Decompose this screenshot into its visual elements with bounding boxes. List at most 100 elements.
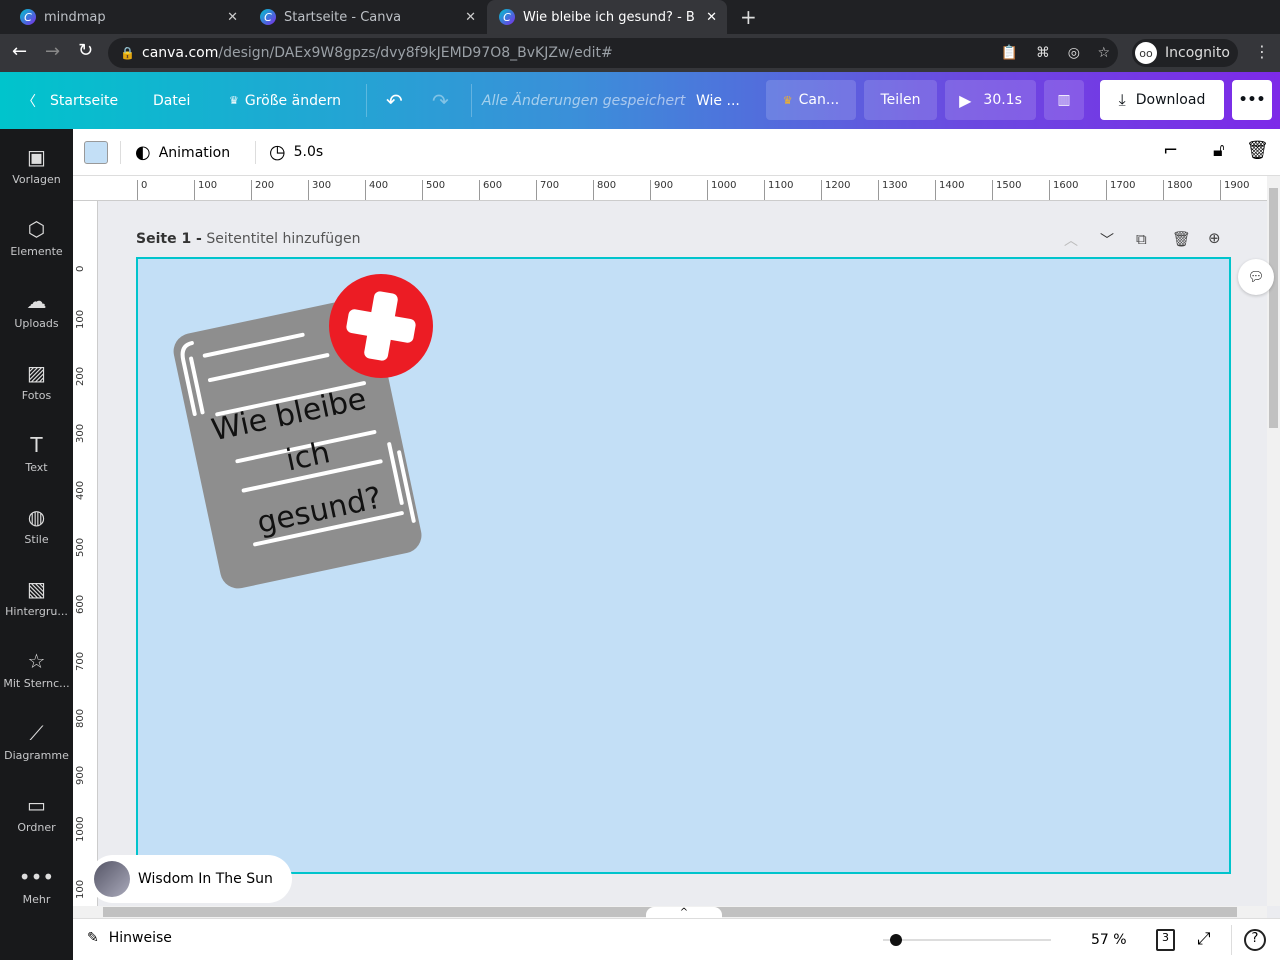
ruler-tick: 1500 [992, 180, 1021, 200]
canva-icon: C [20, 9, 36, 25]
sidebar-item-hintergru[interactable]: ▧ Hintergru... [0, 561, 73, 633]
design-canvas[interactable]: Wie bleibe ich gesund? [136, 257, 1231, 874]
share-button[interactable]: Teilen [864, 80, 937, 120]
zoom-slider[interactable] [883, 934, 1051, 946]
tab-mindmap[interactable]: Cmindmap ✕ [8, 0, 248, 34]
ruler-tick: 300 [308, 180, 331, 200]
save-status: Alle Änderungen gespeichert [482, 92, 686, 109]
sidebar-item-mitsternc[interactable]: ☆ Mit Sternc... [0, 633, 73, 705]
sidebar-item-stile[interactable]: ◍ Stile [0, 489, 73, 561]
translate-icon[interactable]: ⌘ [1036, 45, 1050, 61]
trash-icon[interactable]: 🗑︎ [1246, 140, 1269, 161]
ruler-tick: 1000 [75, 816, 86, 842]
ruler-tick: 1800 [1163, 180, 1192, 200]
clipboard-icon[interactable]: 📋 [1001, 45, 1018, 61]
chevron-down-icon[interactable]: ﹀ [1100, 230, 1114, 250]
sidebar-item-diagramme[interactable]: ⟋ Diagramme [0, 705, 73, 777]
ruler-tick: 100 [194, 180, 217, 200]
browser-menu-icon[interactable]: ⋮ [1254, 42, 1270, 61]
crown-icon: ♛ [229, 94, 239, 107]
page-count-button[interactable]: 3 [1156, 929, 1175, 951]
ruler-tick: 100 [75, 309, 86, 329]
sidebar-icon: ▭ [27, 792, 46, 817]
sidebar-item-ordner[interactable]: ▭ Ordner [0, 777, 73, 849]
ruler-tick: 600 [479, 180, 502, 200]
tab-startseite[interactable]: C Startseite - Canva ✕ [248, 0, 486, 34]
editor-header: 〈 Startseite Datei ♛ Größe ändern ↶ ↷ Alle… [0, 72, 1280, 129]
sidebar-item-vorlagen[interactable]: ▣ Vorlagen [0, 129, 73, 201]
tab-active-design[interactable]: C Wie bleibe ich gesund? - B ✕ [487, 0, 727, 34]
tracking-eye-off-icon[interactable]: ◎ [1068, 45, 1080, 61]
ruler-tick: 400 [365, 180, 388, 200]
ruler-tick: 800 [75, 708, 86, 728]
lock-icon: 🔒 [120, 46, 135, 60]
bookmark-star-icon[interactable]: ☆ [1097, 45, 1110, 61]
page-title-input[interactable]: Seitentitel hinzufügen [206, 231, 360, 247]
close-icon[interactable]: ✕ [706, 10, 717, 25]
undo-icon[interactable]: ↶ [386, 72, 403, 129]
back-icon[interactable]: ← [12, 41, 27, 62]
sidebar-item-text[interactable]: T Text [0, 417, 73, 489]
help-icon[interactable]: ? [1244, 929, 1266, 951]
duration-button[interactable]: ◷ 5.0s [269, 141, 323, 163]
ruler-tick: 700 [75, 651, 86, 671]
present-button[interactable]: ▶ 30.1s [945, 80, 1036, 120]
horizontal-ruler: 0 100 200 300 400 500 600 700 800 900 1000 1100 1200… [73, 176, 1267, 201]
paint-roller-icon[interactable]: ⌐ [1163, 140, 1178, 161]
sidebar-icon: ◍ [27, 504, 46, 529]
ruler-tick: 900 [650, 180, 673, 200]
canva-pro-button[interactable]: ♛ Can... [766, 80, 856, 120]
close-icon[interactable]: ✕ [465, 10, 476, 25]
sidebar-item-uploads[interactable]: ☁ Uploads [0, 273, 73, 345]
canva-icon: C [260, 9, 276, 25]
sidebar-icon: ⟋ [29, 720, 44, 745]
chevron-up-icon[interactable]: ︿ [1064, 230, 1078, 250]
sidebar-icon: ⬡ [27, 216, 46, 241]
sidebar-icon: ☆ [27, 648, 46, 673]
notes-icon: ✎ [87, 930, 99, 946]
health-document-illustration[interactable]: Wie bleibe ich gesund? [138, 259, 1229, 872]
sidebar-item-elemente[interactable]: ⬡ Elemente [0, 201, 73, 273]
sidebar-item-fotos[interactable]: ▨ Fotos [0, 345, 73, 417]
ruler-tick: 1700 [1106, 180, 1135, 200]
sidebar-icon: ▨ [27, 360, 46, 385]
animation-button[interactable]: ◐ Animation [135, 142, 230, 163]
sidebar-item-mehr[interactable]: ••• Mehr [0, 849, 73, 921]
download-button[interactable]: ⤓ Download [1100, 80, 1224, 120]
ruler-tick: 500 [422, 180, 445, 200]
redo-icon[interactable]: ↷ [432, 72, 449, 129]
ruler-tick: 1900 [1220, 180, 1249, 200]
unlock-icon[interactable]: 🔓︎ [1213, 140, 1225, 161]
more-options-button[interactable]: ••• [1232, 80, 1272, 120]
zoom-level[interactable]: 57 % [1091, 932, 1127, 948]
reload-icon[interactable]: ↻ [78, 40, 93, 61]
notes-button[interactable]: ✎ Hinweise [87, 930, 172, 946]
browser-tab-bar: Cmindmap ✕ C Startseite - Canva ✕ C Wie blei… [0, 0, 1280, 34]
delete-page-icon[interactable]: 🗑︎ [1172, 230, 1191, 248]
incognito-profile[interactable]: oo Incognito [1132, 39, 1238, 67]
new-tab-button[interactable]: + [740, 5, 757, 29]
ruler-tick: 200 [251, 180, 274, 200]
forward-icon[interactable]: → [45, 41, 60, 62]
add-page-icon[interactable]: ⊕ [1208, 229, 1221, 247]
fullscreen-icon[interactable]: ⤢ [1197, 929, 1211, 949]
close-icon[interactable]: ✕ [227, 10, 238, 25]
home-button[interactable]: 〈 Startseite [22, 72, 118, 129]
ruler-tick: 0 [75, 265, 86, 272]
url-input[interactable]: 🔒 canva.com/design/DAEx9W8gpzs/dvy8f9kJEM… [108, 38, 1118, 68]
file-menu[interactable]: Datei [153, 72, 190, 129]
ruler-tick: 1100 [764, 180, 793, 200]
collaborator-presence: Wisdom In The Sun [89, 855, 292, 903]
comment-icon[interactable]: 💬︎ [1238, 259, 1274, 295]
download-icon: ⤓ [1118, 90, 1126, 109]
context-toolbar: ◐ Animation ◷ 5.0s ⌐ 🔓︎ 🗑︎ [73, 129, 1280, 176]
duplicate-page-icon[interactable]: ⧉ [1136, 230, 1147, 248]
insights-chart-icon[interactable]: ▥ [1044, 80, 1084, 120]
sidebar: ▣ Vorlagen ⬡ Elemente ☁ Uploads ▨ Fotos T Text ◍ St… [0, 129, 73, 960]
crown-icon: ♛ [782, 93, 793, 107]
background-color-swatch[interactable] [84, 141, 108, 164]
canva-icon: C [499, 9, 515, 25]
status-bar: ✎ Hinweise 57 % 3 ⤢ ? [73, 918, 1280, 960]
resize-button[interactable]: ♛ Größe ändern [229, 72, 341, 129]
design-title[interactable]: Wie ... [696, 72, 740, 129]
